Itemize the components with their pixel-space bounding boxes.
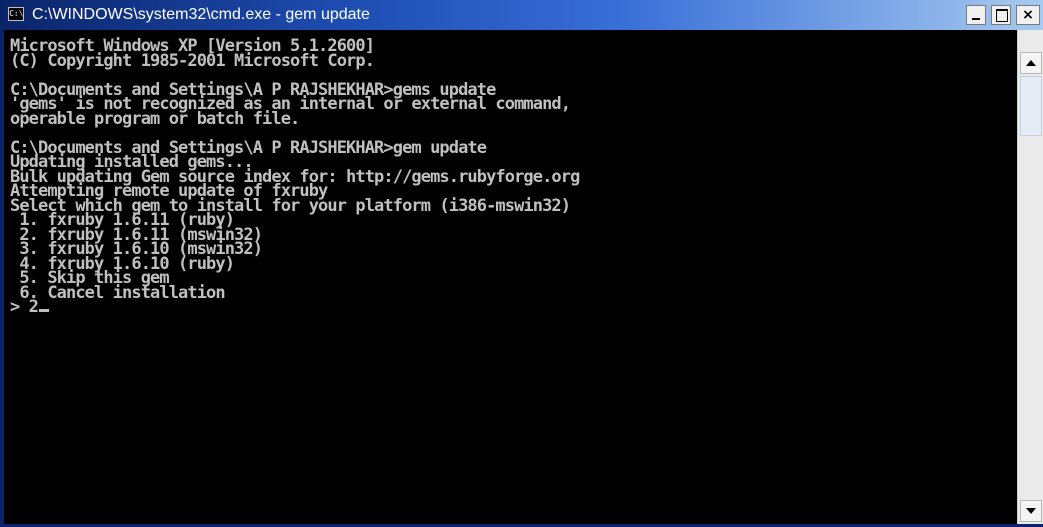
console-line: 6. Cancel installation xyxy=(10,282,225,303)
console-output[interactable]: Microsoft Windows XP [Version 5.1.2600] … xyxy=(4,30,1017,527)
scroll-down-button[interactable] xyxy=(1020,500,1042,522)
window-title: C:\WINDOWS\system32\cmd.exe - gem update xyxy=(32,6,370,23)
scroll-down-arrow-icon xyxy=(1026,508,1036,514)
title-bar[interactable]: C:\ C:\WINDOWS\system32\cmd.exe - gem up… xyxy=(0,0,1043,30)
minimize-button[interactable] xyxy=(966,5,986,25)
minimize-icon xyxy=(972,18,980,20)
console-line: (C) Copyright 1985-2001 Microsoft Corp. xyxy=(10,50,375,71)
console-app-icon[interactable]: C:\ xyxy=(8,7,24,21)
maximize-button[interactable] xyxy=(991,5,1011,25)
console-window: C:\ C:\WINDOWS\system32\cmd.exe - gem up… xyxy=(0,0,1043,527)
vertical-scrollbar[interactable] xyxy=(1017,30,1043,527)
scroll-up-button[interactable] xyxy=(1020,52,1042,74)
close-icon: × xyxy=(1022,7,1034,23)
scroll-thumb[interactable] xyxy=(1020,76,1042,136)
maximize-icon xyxy=(996,9,1008,22)
close-button[interactable]: × xyxy=(1016,5,1040,25)
scroll-up-arrow-icon xyxy=(1026,60,1036,66)
prompt-input-text[interactable]: > 2 xyxy=(10,297,39,317)
text-cursor xyxy=(39,309,50,312)
